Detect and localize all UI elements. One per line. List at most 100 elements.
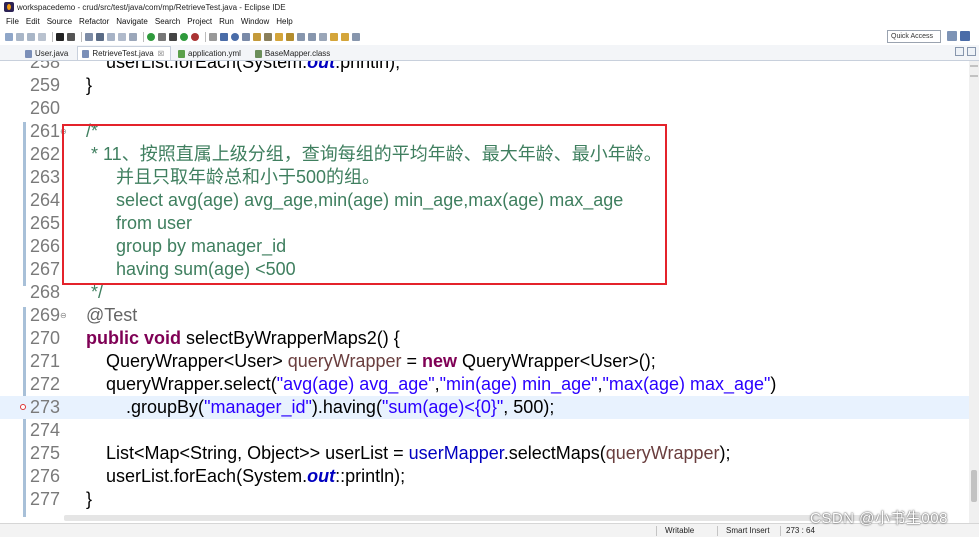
pin-icon[interactable] <box>275 33 283 41</box>
line-number: 263 <box>29 167 60 187</box>
tab-label: RetrieveTest.java <box>92 49 154 58</box>
code-line[interactable]: 276 userList.forEach(System.out::println… <box>0 465 969 488</box>
coverage-icon[interactable] <box>158 33 166 41</box>
menu-run[interactable]: Run <box>219 17 234 26</box>
save-all-icon[interactable] <box>27 33 35 41</box>
highlight-box <box>62 124 667 285</box>
yaml-file-icon <box>178 49 185 58</box>
new-icon[interactable] <box>5 33 13 41</box>
code-line[interactable]: 274 <box>0 419 969 442</box>
code-editor[interactable]: 258 userList.forEach(System.out.println)… <box>0 61 969 523</box>
toolbar-separator <box>52 32 53 42</box>
new-java-project-icon[interactable] <box>209 33 217 41</box>
maximize-icon[interactable] <box>967 47 976 56</box>
vertical-scroll-thumb[interactable] <box>971 470 977 502</box>
code-text[interactable]: @Test <box>66 304 137 327</box>
terminal-icon[interactable] <box>85 33 93 41</box>
code-line[interactable]: 270 public void selectByWrapperMaps2() { <box>0 327 969 350</box>
code-text[interactable]: } <box>66 74 92 97</box>
new-class-icon[interactable] <box>231 33 239 41</box>
code-token: "max(age) max_age" <box>602 374 771 394</box>
code-text[interactable]: public void selectByWrapperMaps2() { <box>66 327 400 350</box>
minimize-icon[interactable] <box>955 47 964 56</box>
code-line[interactable]: 269 ⊖ @Test <box>0 304 969 327</box>
class-file-icon <box>254 49 262 58</box>
code-token: new <box>422 351 458 371</box>
code-text[interactable]: .groupBy("manager_id").having("sum(age)<… <box>66 396 554 419</box>
forward-icon[interactable] <box>341 33 349 41</box>
code-text[interactable]: queryWrapper.select("avg(age) avg_age","… <box>66 373 776 396</box>
prev-annotation-icon[interactable] <box>308 33 316 41</box>
line-number: 267 <box>29 259 60 279</box>
tab-basemapper-class[interactable]: BaseMapper.class <box>250 46 337 60</box>
menu-edit[interactable]: Edit <box>26 17 40 26</box>
next-annotation-icon[interactable] <box>297 33 305 41</box>
menu-source[interactable]: Source <box>47 17 72 26</box>
console-icon[interactable] <box>107 33 115 41</box>
last-edit-icon[interactable] <box>319 33 327 41</box>
line-number: 259 <box>29 75 60 95</box>
tab-user-java[interactable]: User.java <box>20 46 75 60</box>
menu-help[interactable]: Help <box>276 17 292 26</box>
external-tools-icon[interactable] <box>191 33 199 41</box>
code-token: userList.forEach(System. <box>66 61 308 72</box>
step-icon[interactable] <box>129 33 137 41</box>
line-number: 260 <box>29 98 60 118</box>
back-icon[interactable] <box>330 33 338 41</box>
code-line[interactable]: 272 queryWrapper.select("avg(age) avg_ag… <box>0 373 969 396</box>
code-line[interactable]: 259 } <box>0 74 969 97</box>
skip-breakpoints-icon[interactable] <box>96 33 104 41</box>
toolbar-overflow-icon[interactable] <box>352 33 360 41</box>
print-icon[interactable] <box>38 33 46 41</box>
menu-refactor[interactable]: Refactor <box>79 17 109 26</box>
search-icon[interactable] <box>264 33 272 41</box>
new-package-icon[interactable] <box>220 33 228 41</box>
menu-window[interactable]: Window <box>241 17 269 26</box>
code-line[interactable]: 275 List<Map<String, Object>> userList =… <box>0 442 969 465</box>
debug-run-icon[interactable] <box>169 33 177 41</box>
code-token: "manager_id" <box>204 397 312 417</box>
open-perspective-icon[interactable] <box>947 31 957 41</box>
code-line[interactable]: 258 userList.forEach(System.out.println)… <box>0 61 969 74</box>
open-type-icon[interactable] <box>242 33 250 41</box>
disconnect-icon[interactable] <box>118 33 126 41</box>
code-token: ::println); <box>335 466 406 486</box>
run-icon[interactable] <box>180 33 188 41</box>
code-line[interactable]: 260 <box>0 97 969 120</box>
code-token: out <box>307 466 336 486</box>
code-text[interactable]: } <box>66 488 92 511</box>
tab-label: application.yml <box>188 49 241 58</box>
menu-project[interactable]: Project <box>187 17 212 26</box>
line-number: 266 <box>29 236 60 256</box>
code-text[interactable]: userList.forEach(System.out::println); <box>66 465 405 488</box>
line-number: 273 <box>29 397 60 417</box>
code-text[interactable]: List<Map<String, Object>> userList = use… <box>66 442 731 465</box>
open-task-icon[interactable] <box>253 33 261 41</box>
close-icon[interactable]: ☒ <box>158 50 164 58</box>
debug-icon[interactable] <box>56 33 64 41</box>
horizontal-scroll-thumb[interactable] <box>64 515 940 521</box>
breakpoint-icon[interactable] <box>20 404 26 410</box>
code-token: , 500); <box>503 397 555 417</box>
line-number: 262 <box>29 144 60 164</box>
annotation-icon[interactable] <box>286 33 294 41</box>
code-text[interactable]: userList.forEach(System.out.println); <box>66 61 400 74</box>
code-line[interactable]: 273 .groupBy("manager_id").having("sum(a… <box>0 396 969 419</box>
tab-application-yml[interactable]: application.yml <box>173 46 248 60</box>
menu-search[interactable]: Search <box>155 17 180 26</box>
server-icon[interactable] <box>147 33 155 41</box>
debug-dropdown-icon[interactable] <box>67 33 75 41</box>
tab-retrievetest-java[interactable]: RetrieveTest.java ☒ <box>77 46 171 60</box>
menu-file[interactable]: File <box>6 17 19 26</box>
tab-label: BaseMapper.class <box>264 49 331 58</box>
vertical-scrollbar[interactable] <box>969 61 979 523</box>
save-icon[interactable] <box>16 33 24 41</box>
quick-access-input[interactable]: Quick Access <box>887 30 941 43</box>
menu-bar: File Edit Source Refactor Navigate Searc… <box>0 14 979 28</box>
code-token: "sum(age)<{0}" <box>381 397 504 417</box>
menu-navigate[interactable]: Navigate <box>116 17 148 26</box>
code-line[interactable]: 271 QueryWrapper<User> queryWrapper = ne… <box>0 350 969 373</box>
code-text[interactable]: QueryWrapper<User> queryWrapper = new Qu… <box>66 350 656 373</box>
toolbar-separator <box>81 32 82 42</box>
java-perspective-icon[interactable] <box>960 31 970 41</box>
